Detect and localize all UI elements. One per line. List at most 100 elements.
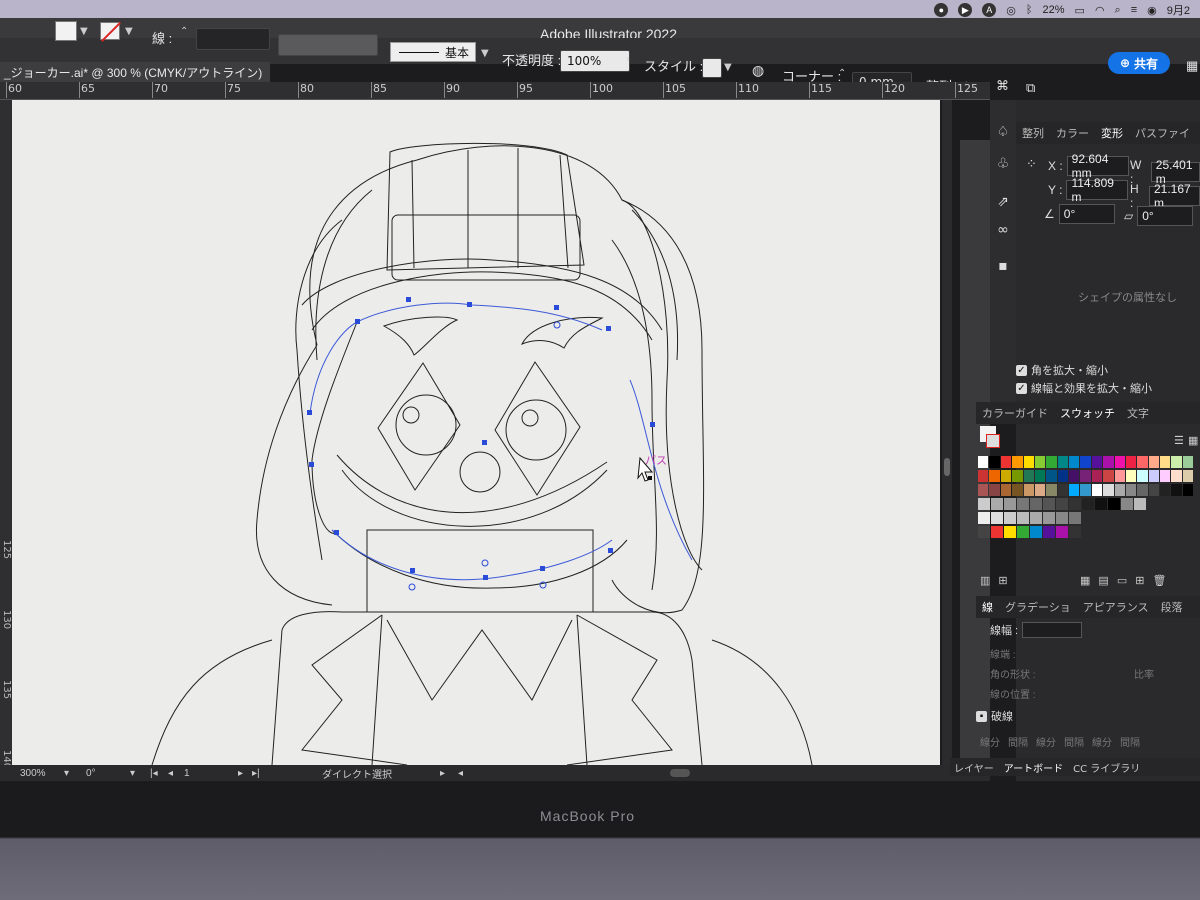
stroke-indicator[interactable]: [986, 434, 1000, 448]
stroke-width-input[interactable]: [1022, 622, 1083, 638]
color-swatch[interactable]: [1160, 470, 1171, 482]
angle-input[interactable]: 0°: [1058, 204, 1115, 224]
color-swatch[interactable]: [1069, 470, 1080, 482]
color-swatch[interactable]: [1004, 498, 1016, 510]
scale-strokes-checkbox[interactable]: ✓ 線幅と効果を拡大・縮小: [1016, 380, 1152, 396]
list-view-icon[interactable]: ☰: [1174, 434, 1184, 447]
color-swatch[interactable]: [1080, 484, 1091, 496]
opacity-field[interactable]: 100%: [560, 50, 630, 72]
swatch-new-group-icon[interactable]: ▤: [1098, 574, 1108, 587]
color-swatch[interactable]: [1148, 456, 1159, 468]
color-swatch[interactable]: [1160, 484, 1171, 496]
color-swatch[interactable]: [1012, 456, 1023, 468]
color-swatch[interactable]: [1103, 470, 1114, 482]
libraries-icon[interactable]: ♤: [994, 124, 1012, 142]
panel-tab[interactable]: カラーガイド: [976, 405, 1054, 421]
color-swatch[interactable]: [1160, 456, 1171, 468]
chevron-down-icon[interactable]: ▼: [125, 26, 133, 37]
color-swatch[interactable]: [1082, 498, 1094, 510]
color-swatch[interactable]: [1057, 470, 1068, 482]
panel-tab[interactable]: パスファイ: [1129, 125, 1196, 141]
dash-checkbox[interactable]: ▪ 破線: [976, 708, 1013, 724]
chevron-right-icon[interactable]: ›: [626, 54, 630, 65]
color-swatch[interactable]: [1171, 456, 1182, 468]
bottom-tab[interactable]: アートボード: [1004, 760, 1063, 775]
panel-tab[interactable]: スウォッチ: [1054, 405, 1121, 421]
color-swatch[interactable]: [1091, 456, 1103, 468]
stepper-icon[interactable]: ⌃: [838, 68, 846, 79]
input-source-icon[interactable]: A: [982, 3, 997, 17]
color-swatch[interactable]: [991, 526, 1003, 538]
color-swatch[interactable]: [1043, 526, 1055, 538]
color-swatch[interactable]: [1114, 470, 1125, 482]
color-swatch[interactable]: [1080, 456, 1091, 468]
color-swatch[interactable]: [1017, 526, 1029, 538]
swatch-grid[interactable]: [978, 456, 1194, 540]
color-swatch[interactable]: [1023, 470, 1034, 482]
color-swatch[interactable]: [1056, 498, 1068, 510]
color-swatch[interactable]: [978, 526, 990, 538]
panel-tab[interactable]: 段落: [1155, 599, 1189, 615]
color-swatch[interactable]: [1046, 484, 1057, 496]
color-swatch[interactable]: [1137, 484, 1148, 496]
color-swatch[interactable]: [978, 470, 989, 482]
comment-icon[interactable]: ▪: [994, 258, 1012, 276]
arrange-docs-icon[interactable]: ▦: [1186, 58, 1198, 74]
h-input[interactable]: 21.167 m: [1148, 182, 1200, 210]
color-swatch[interactable]: [978, 498, 990, 510]
trash-icon[interactable]: 🗑: [1152, 574, 1166, 587]
color-swatch[interactable]: [1056, 526, 1068, 538]
style-swatch[interactable]: [702, 58, 722, 78]
color-swatch[interactable]: [1121, 498, 1133, 510]
color-swatch[interactable]: [989, 470, 1000, 482]
chevron-down-icon[interactable]: ▼: [80, 26, 88, 37]
color-swatch[interactable]: [1000, 456, 1012, 468]
document-tab[interactable]: _ジョーカー.ai* @ 300 % (CMYK/アウトライン): [0, 62, 270, 82]
color-swatch[interactable]: [1171, 484, 1182, 496]
color-swatch[interactable]: [1012, 484, 1023, 496]
color-swatch[interactable]: [978, 512, 990, 524]
select-similar-icon[interactable]: ⧉: [1026, 80, 1035, 96]
color-swatch[interactable]: [1091, 484, 1103, 496]
shear-input[interactable]: 0°: [1137, 206, 1194, 226]
color-swatch[interactable]: [1103, 484, 1114, 496]
scrollbar-thumb[interactable]: [944, 458, 950, 476]
color-swatch[interactable]: [1114, 484, 1125, 496]
stroke-profile-select[interactable]: 基本: [390, 42, 476, 62]
color-swatch[interactable]: [1148, 484, 1159, 496]
wifi-icon[interactable]: ◠: [1095, 4, 1105, 17]
color-swatch[interactable]: [1043, 498, 1055, 510]
stepper-icon[interactable]: ⌃: [180, 26, 188, 37]
artboard-canvas[interactable]: パス: [12, 100, 940, 765]
horizontal-scrollbar-thumb[interactable]: [670, 769, 690, 777]
color-swatch[interactable]: [1182, 470, 1194, 482]
panel-tab[interactable]: グラデーショ: [999, 599, 1077, 615]
panel-tab[interactable]: 文字: [1121, 405, 1155, 421]
rotation-select[interactable]: 0°: [86, 768, 96, 779]
color-swatch[interactable]: [1030, 512, 1042, 524]
bottom-tab[interactable]: CC ライブラリ: [1073, 760, 1140, 775]
color-swatch[interactable]: [1004, 526, 1016, 538]
export-icon[interactable]: ⇗: [994, 194, 1012, 212]
color-swatch[interactable]: [1069, 512, 1081, 524]
symbols-icon[interactable]: ♧: [994, 156, 1012, 174]
color-swatch[interactable]: [1069, 498, 1081, 510]
w-input[interactable]: 25.401 m: [1150, 158, 1200, 186]
y-input[interactable]: 114.809 m: [1066, 176, 1129, 204]
color-swatch[interactable]: [1023, 484, 1034, 496]
siri-icon[interactable]: ◉: [1147, 4, 1157, 17]
color-swatch[interactable]: [1034, 484, 1046, 496]
color-swatch[interactable]: [1108, 498, 1120, 510]
recolor-icon[interactable]: ◍: [752, 62, 764, 79]
color-swatch[interactable]: [1125, 484, 1137, 496]
new-swatch-icon[interactable]: ⊞: [1135, 574, 1144, 587]
x-input[interactable]: 92.604 mm: [1066, 152, 1129, 180]
chevron-down-icon[interactable]: ▼: [724, 62, 732, 73]
color-swatch[interactable]: [1012, 470, 1023, 482]
color-swatch[interactable]: [1030, 498, 1042, 510]
color-swatch[interactable]: [989, 456, 1000, 468]
color-swatch[interactable]: [1057, 456, 1068, 468]
battery-icon[interactable]: ▭: [1075, 4, 1085, 17]
color-swatch[interactable]: [991, 512, 1003, 524]
color-swatch[interactable]: [1182, 456, 1194, 468]
